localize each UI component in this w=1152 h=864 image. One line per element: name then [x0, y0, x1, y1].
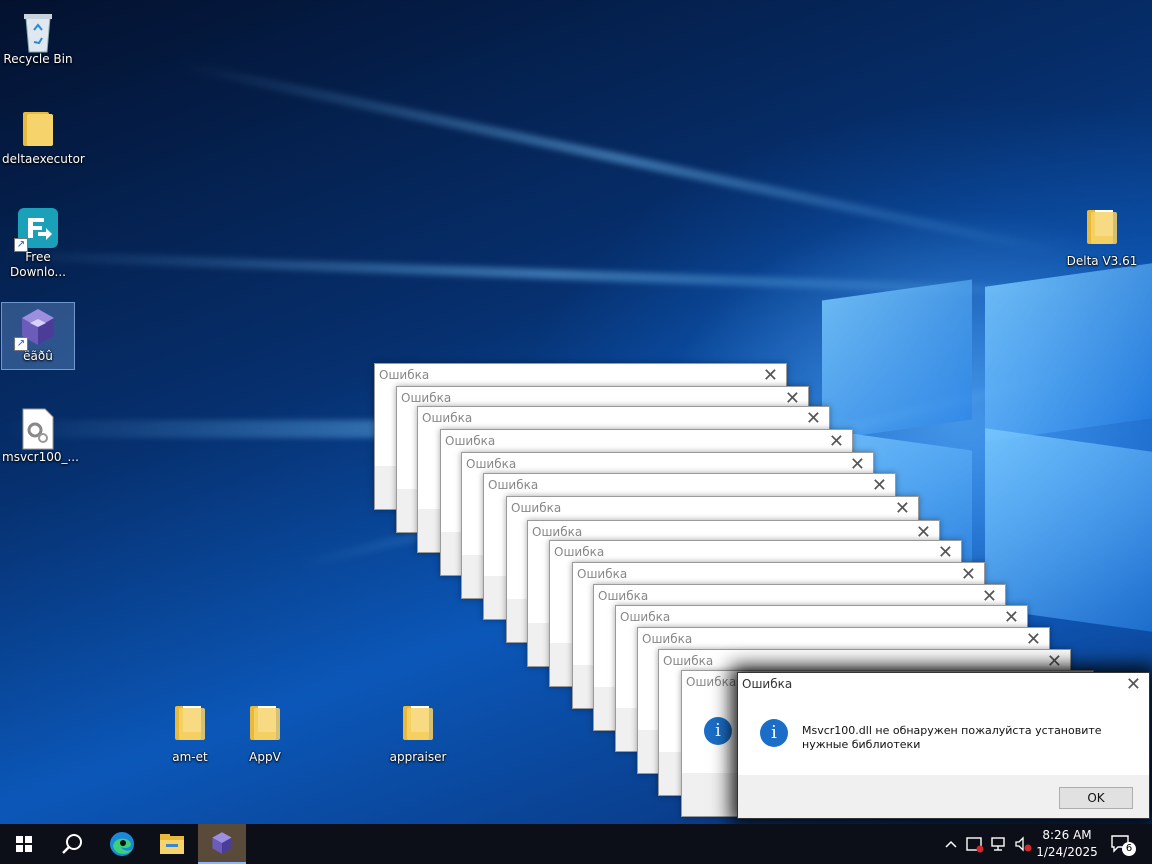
tray-clock[interactable]: 8:26 AM 1/24/2025 — [1036, 824, 1098, 864]
ok-button[interactable]: OK — [1059, 787, 1133, 809]
dialog-title: Ошибка — [422, 411, 473, 425]
taskbar: 8:26 AM 1/24/2025 6 — [0, 824, 1152, 864]
logo-pane — [985, 428, 1152, 632]
desktop-icon-label: appraiser — [389, 750, 447, 764]
free-download-manager-icon: ↗ — [14, 208, 58, 252]
info-icon: i — [760, 719, 788, 747]
close-icon[interactable]: ✕ — [1126, 674, 1141, 695]
folder-icon — [1087, 208, 1117, 244]
chevron-up-icon — [945, 840, 957, 848]
desktop-icon-deltaexecutor[interactable]: deltaexecutor — [2, 106, 85, 167]
dialog-title: Ошибка — [532, 525, 583, 539]
dialog-title: Ошибка — [686, 675, 737, 689]
desktop-icon-label: msvcr100_... — [2, 450, 79, 464]
desktop-icon-appv[interactable]: AppV — [229, 700, 301, 765]
folder-icon — [403, 704, 433, 740]
desktop-icon-free-download-manager[interactable]: ↗ Free Downlo... — [2, 204, 74, 280]
dialog-title: Ошибка — [598, 589, 649, 603]
close-icon[interactable]: ✕ — [1004, 607, 1019, 628]
desktop-icon-msvcr100[interactable]: msvcr100_... — [2, 404, 79, 465]
recycle-bin-icon — [18, 10, 58, 53]
dialog-title: Ошибка — [620, 610, 671, 624]
volume-muted-icon — [1015, 836, 1032, 852]
tray-defender-icon-button[interactable] — [964, 824, 986, 864]
wallpaper-beam — [178, 60, 1062, 258]
edge-icon — [110, 832, 134, 856]
close-icon[interactable]: ✕ — [938, 542, 953, 563]
dialog-title: Ошибка — [663, 654, 714, 668]
dialog-title: Ошибка — [379, 368, 430, 382]
config-file-icon — [18, 408, 58, 450]
close-icon[interactable]: ✕ — [982, 586, 997, 607]
desktop-icon-delta[interactable]: Delta V3.61 — [1066, 204, 1138, 269]
logo-pane — [822, 279, 972, 441]
dialog-title: Ошибка — [554, 545, 605, 559]
desktop-icon-appraiser[interactable]: appraiser — [382, 700, 454, 765]
dialog-title: Ошибка — [488, 478, 539, 492]
close-icon[interactable]: ✕ — [872, 475, 887, 496]
close-icon[interactable]: ✕ — [961, 564, 976, 585]
error-dialog[interactable]: Ошибка ✕ i Msvcr100.dll не обнаружен пож… — [737, 672, 1150, 819]
logo-pane — [985, 263, 1152, 442]
dialog-title: Ошибка — [642, 632, 693, 646]
close-icon[interactable]: ✕ — [895, 498, 910, 519]
dialog-title: Ошибка — [742, 677, 793, 691]
action-center-button[interactable]: 6 — [1104, 824, 1138, 864]
tray-overflow-chevron[interactable] — [940, 824, 962, 864]
search-icon — [62, 834, 82, 854]
info-icon: i — [704, 717, 732, 745]
shield-warning-icon — [966, 837, 984, 853]
search-button[interactable] — [48, 824, 96, 864]
shortcut-arrow-icon: ↗ — [14, 238, 28, 252]
game-cube-icon: ↗ — [14, 307, 58, 351]
close-icon[interactable]: ✕ — [1026, 629, 1041, 650]
close-icon[interactable]: ✕ — [850, 454, 865, 475]
game-cube-icon — [212, 832, 232, 854]
dialog-message: Msvcr100.dll не обнаружен пожалуйста уст… — [802, 724, 1102, 751]
desktop-icon-label: deltaexecutor — [2, 152, 85, 166]
start-icon — [16, 836, 32, 852]
start-button[interactable] — [0, 824, 48, 864]
folder-icon — [23, 110, 53, 146]
file-explorer-icon — [160, 834, 184, 854]
close-icon[interactable]: ✕ — [763, 365, 778, 386]
desktop-icon-label: AppV — [249, 750, 281, 764]
desktop-icon-label: am-et — [172, 750, 208, 764]
dialog-title: Ошибка — [511, 501, 562, 515]
dialog-title: Ошибка — [466, 457, 517, 471]
desktop-icon-am-et[interactable]: am-et — [154, 700, 226, 765]
dialog-title: Ошибка — [577, 567, 628, 581]
shortcut-arrow-icon: ↗ — [14, 337, 28, 351]
tray-volume-button[interactable] — [1012, 824, 1034, 864]
clock-time: 8:26 AM — [1042, 828, 1092, 842]
desktop-icon-label: Delta V3.61 — [1066, 254, 1138, 268]
desktop-icon-game[interactable]: ↗ ëãðû — [1, 302, 75, 370]
file-explorer-button[interactable] — [148, 824, 196, 864]
close-icon[interactable]: ✕ — [829, 431, 844, 452]
folder-icon — [175, 704, 205, 740]
desktop-icon-label: ëãðû — [23, 349, 53, 363]
edge-button[interactable] — [98, 824, 146, 864]
tray-network-button[interactable] — [988, 824, 1010, 864]
close-icon[interactable]: ✕ — [806, 408, 821, 429]
dialog-title: Ошибка — [401, 391, 452, 405]
folder-icon — [250, 704, 280, 740]
desktop-icon-label: Recycle Bin — [3, 52, 73, 66]
clock-date: 1/24/2025 — [1036, 845, 1098, 859]
dialog-footer: OK — [738, 775, 1149, 818]
desktop-icon-label: Free Downlo... — [10, 250, 66, 279]
game-taskbar-button[interactable] — [198, 824, 246, 864]
network-icon — [991, 837, 1005, 851]
notification-count-badge: 6 — [1122, 842, 1136, 856]
dialog-title: Ошибка — [445, 434, 496, 448]
desktop-icon-recycle-bin[interactable]: Recycle Bin — [2, 6, 74, 67]
desktop: Recycle Bin deltaexecutor ↗ Free Downlo.… — [0, 0, 1152, 824]
close-icon[interactable]: ✕ — [1047, 651, 1062, 672]
